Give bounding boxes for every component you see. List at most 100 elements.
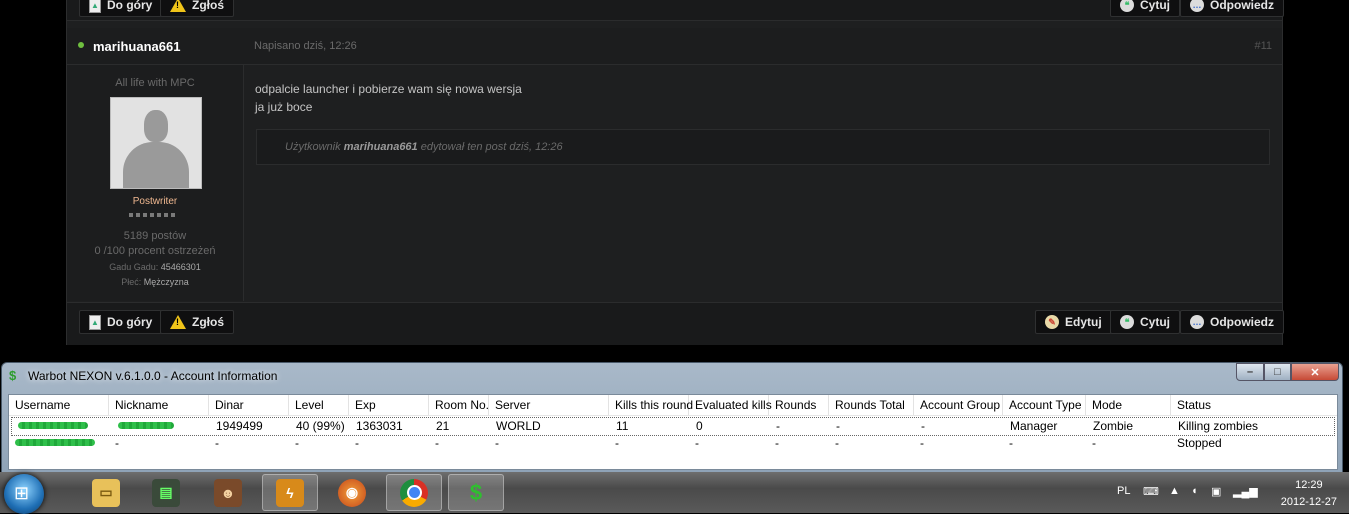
avatar[interactable]	[110, 97, 202, 189]
close-button[interactable]: ✕	[1291, 363, 1339, 381]
show-hidden-icons-icon[interactable]: ▲	[1169, 485, 1180, 497]
username-cell	[12, 418, 112, 435]
windows-logo-icon: ⊞	[14, 483, 30, 503]
column-header[interactable]: Status	[1171, 395, 1337, 415]
dollar-icon: $	[9, 368, 17, 383]
table-cell: -	[775, 436, 779, 450]
table-row[interactable]: 1949499 40 (99%) 1363031 21 WORLD 11 0 -…	[11, 417, 1335, 436]
column-header[interactable]: Rounds Total	[829, 395, 914, 415]
author-sidebar: All life with MPC Postwriter 5189 postów…	[67, 65, 244, 301]
column-header[interactable]: Account Group	[914, 395, 1003, 415]
post-line: odpalcie launcher i pobierze wam się now…	[255, 82, 522, 96]
winamp-icon[interactable]: ϟ	[262, 474, 318, 511]
column-header[interactable]: Level	[289, 395, 349, 415]
rank-pips	[129, 213, 181, 218]
game-icon[interactable]: ☻	[200, 474, 256, 511]
post-header: marihuana661 Napisano dziś, 12:26 #11	[67, 28, 1282, 65]
quote-icon: ❝	[1120, 315, 1134, 329]
column-header[interactable]: Kills this round	[609, 395, 693, 415]
signal-icon[interactable]: ▂▄▆	[1233, 485, 1258, 498]
table-cell: -	[355, 436, 359, 450]
warbot-window: $ Warbot NEXON v.6.1.0.0 - Account Infor…	[1, 362, 1343, 473]
table-cell: 0	[696, 419, 703, 433]
maximize-button[interactable]: □	[1264, 363, 1291, 381]
table-cell: 40 (99%)	[296, 419, 345, 433]
table-row[interactable]: - - - - - - - - - - - - - Stopped	[9, 435, 1331, 452]
status-cell: Stopped	[1177, 436, 1222, 450]
redacted-scribble	[15, 439, 95, 447]
start-button[interactable]: ⊞	[4, 474, 44, 514]
table-cell: 1363031	[356, 419, 403, 433]
report-button[interactable]: ! Zgłoś	[160, 0, 234, 17]
edit-button[interactable]: ✎ Edytuj	[1035, 310, 1112, 334]
redacted-scribble	[118, 422, 174, 430]
table-cell: WORLD	[496, 419, 541, 433]
keyboard-icon[interactable]: ⌨	[1143, 485, 1159, 498]
page-icon: ▲	[89, 314, 101, 330]
report-button[interactable]: ! Zgłoś	[160, 310, 234, 334]
username-cell	[9, 435, 109, 452]
redacted-scribble	[18, 422, 88, 430]
table-cell: -	[615, 436, 619, 450]
network-icon[interactable]: ▣	[1211, 485, 1221, 498]
clock-date: 2012-12-27	[1280, 496, 1337, 508]
table-cell: -	[695, 436, 699, 450]
post-count: 5189 postów	[123, 230, 187, 242]
column-header[interactable]: Rounds	[769, 395, 829, 415]
column-header[interactable]: Dinar	[209, 395, 289, 415]
window-title: Warbot NEXON v.6.1.0.0 - Account Informa…	[28, 369, 278, 383]
warning-icon: !	[170, 0, 186, 12]
task-manager-icon[interactable]: ▤	[138, 474, 194, 511]
to-top-button[interactable]: ▲ Do góry	[79, 0, 163, 17]
warning-level[interactable]: 0 /100 procent ostrzeżeń	[67, 245, 243, 257]
system-tray: PL ⌨ ▲ ◖ ▣ ▂▄▆ 12:29 2012-12-27	[1099, 472, 1349, 513]
table-cell: -	[115, 436, 119, 450]
reply-button[interactable]: … Odpowiedz	[1180, 0, 1284, 17]
warbot-icon[interactable]: $	[448, 474, 504, 511]
table-cell: 21	[436, 419, 450, 433]
reply-button[interactable]: … Odpowiedz	[1180, 310, 1284, 334]
table-cell: -	[495, 436, 499, 450]
author-motto: All life with MPC	[115, 77, 195, 89]
column-header[interactable]: Account Type	[1003, 395, 1086, 415]
column-header[interactable]: Room No.	[429, 395, 489, 415]
quote-button[interactable]: ❝ Cytuj	[1110, 310, 1180, 334]
column-header[interactable]: Server	[489, 395, 609, 415]
minimize-button[interactable]: –	[1236, 363, 1264, 381]
volume-icon[interactable]: ◖	[1191, 485, 1198, 497]
column-header[interactable]: Exp	[349, 395, 429, 415]
reply-icon: …	[1190, 315, 1204, 329]
table-cell: 1949499	[216, 419, 263, 433]
post-author[interactable]: marihuana661	[93, 39, 180, 54]
edit-icon: ✎	[1045, 315, 1059, 329]
reply-icon: …	[1190, 0, 1204, 12]
chrome-icon[interactable]	[386, 474, 442, 511]
clock[interactable]: 12:29 2012-12-27	[1281, 477, 1337, 511]
clock-time: 12:29	[1295, 479, 1323, 491]
table-cell: -	[776, 419, 780, 433]
gadu-gadu-info: Gadu Gadu: 45466301	[109, 262, 201, 272]
to-top-button[interactable]: ▲ Do góry	[79, 310, 163, 334]
table-cell: Manager	[1010, 419, 1058, 433]
language-indicator[interactable]: PL	[1117, 485, 1130, 497]
table-cell: -	[295, 436, 299, 450]
table-header: Username Nickname Dinar Level Exp Room N…	[9, 395, 1337, 416]
table-cell: -	[835, 436, 839, 450]
column-header[interactable]: Username	[9, 395, 109, 415]
table-cell: -	[920, 436, 924, 450]
post-action-bar-bottom: ▲ Do góry ! Zgłoś ✎ Edytuj ❝ Cytuj … Odpowied…	[67, 302, 1284, 345]
quote-button[interactable]: ❝ Cytuj	[1110, 0, 1180, 17]
firefox-icon[interactable]: ◉	[324, 474, 380, 511]
table-cell: -	[921, 419, 925, 433]
column-header[interactable]: Evaluated kills	[689, 395, 772, 415]
gender-info: Płeć: Mężczyzna	[121, 277, 189, 287]
column-header[interactable]: Mode	[1086, 395, 1171, 415]
accounts-table[interactable]: Username Nickname Dinar Level Exp Room N…	[8, 394, 1338, 470]
explorer-icon[interactable]: ▭	[78, 474, 134, 511]
column-header[interactable]: Nickname	[109, 395, 209, 415]
author-rank: Postwriter	[132, 196, 178, 207]
forum-post-area: ▲ Do góry ! Zgłoś ❝ Cytuj … Odpowiedz marihu…	[66, 0, 1284, 345]
table-cell: -	[1009, 436, 1013, 450]
table-cell: -	[836, 419, 840, 433]
post-number-link[interactable]: #11	[1254, 40, 1272, 52]
